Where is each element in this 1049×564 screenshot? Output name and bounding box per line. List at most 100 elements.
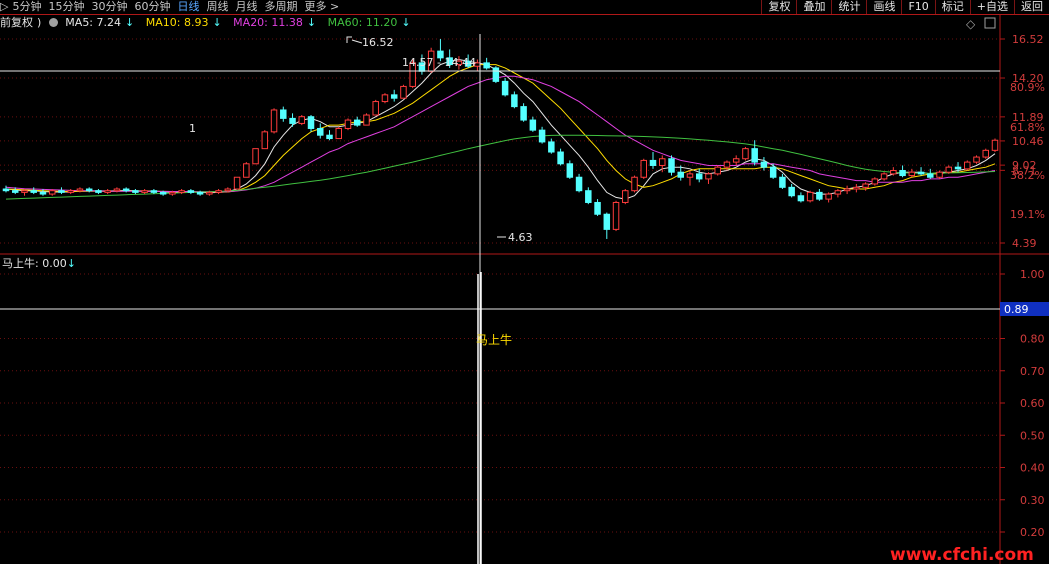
candle-down	[483, 62, 490, 69]
period-tab[interactable]: 月线	[235, 0, 257, 14]
toolbar: 复权 叠加 统计 画线 F10 标记 +自选 返回	[761, 0, 1049, 14]
candle-up	[233, 176, 241, 190]
candle-up	[964, 161, 971, 170]
window-toggle-icon[interactable]	[984, 17, 996, 29]
candle-down	[95, 190, 102, 193]
candle-down	[39, 191, 47, 195]
period-tab[interactable]: 60分钟	[134, 0, 170, 14]
candle-up	[982, 149, 990, 158]
main-gridlines	[0, 38, 1000, 244]
candle-down	[280, 109, 287, 119]
candle-up	[890, 170, 897, 175]
candle-down	[150, 190, 158, 193]
candle-up	[880, 173, 888, 180]
adjust-dropdown[interactable]: 前复权)	[0, 16, 41, 29]
candle-down	[760, 161, 768, 168]
candle-down	[769, 166, 777, 178]
indicator-tick-label: 0.60	[1020, 397, 1045, 410]
toolbar-button[interactable]: +自选	[969, 0, 1014, 14]
chevron-down-icon[interactable]	[48, 18, 58, 27]
indicator-tick-label: 0.30	[1020, 494, 1045, 507]
high-annotation: 16.52	[346, 36, 394, 49]
candle-down	[677, 171, 684, 178]
toolbar-button[interactable]: 复权	[761, 0, 796, 14]
indicator-tick-label: 0.70	[1020, 365, 1045, 378]
toolbar-button[interactable]: 标记	[934, 0, 970, 14]
indicator-legend-label: 马上牛: 0.00	[2, 257, 67, 270]
candle-up	[723, 161, 731, 168]
price-axis: 16.5214.2011.8910.469.028.714.3980.9%61.…	[1000, 33, 1045, 250]
candle-down	[520, 106, 527, 121]
candle-up	[742, 148, 749, 160]
candle-down	[566, 163, 574, 178]
period-tab[interactable]: 5分钟	[12, 0, 41, 14]
period-tab[interactable]: 周线	[206, 0, 228, 14]
low-annotation: 4.63	[497, 231, 533, 244]
ma60-legend: MA60: 11.20 ↓	[327, 16, 411, 29]
candle-up	[622, 190, 629, 203]
candle-up	[991, 139, 999, 151]
top-bar: ▷ 5分钟 15分钟 30分钟 60分钟 日线 周线 月线 多周期 更多 > 复权 叠加 统计 画线 F1…	[0, 0, 1049, 14]
candle-up	[862, 183, 869, 188]
ma5-line	[5, 58, 996, 200]
pct-tick-label: 19.1%	[1010, 208, 1045, 221]
candle-up	[686, 173, 694, 178]
toolbar-button[interactable]: F10	[901, 0, 934, 14]
toolbar-button[interactable]: 返回	[1014, 0, 1049, 14]
candle-up	[705, 173, 712, 180]
candle-up	[381, 94, 389, 103]
candle-down	[529, 119, 537, 131]
candle-down	[649, 159, 657, 166]
period-leading-arrow[interactable]: ▷	[0, 0, 8, 14]
candle-down	[927, 173, 934, 178]
toolbar-button[interactable]: 叠加	[796, 0, 831, 14]
period-tab[interactable]: 多周期	[264, 0, 297, 14]
candle-up	[224, 188, 232, 192]
candle-down	[899, 170, 906, 177]
candle-up	[400, 85, 407, 99]
crosshair-label: 14.57 - 14.44	[402, 56, 476, 69]
pct-tick-label: 38.2%	[1010, 169, 1045, 182]
candle-down	[668, 158, 675, 173]
candle-down	[538, 129, 546, 143]
candle-down	[492, 67, 500, 82]
ma5-legend: MA5: 7.24 ↓	[65, 16, 135, 29]
adjust-label: 前复权	[0, 16, 33, 29]
indicator-signal-label: 马上牛	[476, 332, 512, 347]
candle-up	[344, 119, 352, 129]
toolbar-button[interactable]: 统计	[831, 0, 866, 14]
candle-down	[132, 190, 139, 193]
candle-up	[714, 166, 721, 175]
ma10-legend: MA10: 8.93 ↓	[145, 16, 222, 29]
candle-up	[270, 109, 278, 133]
candle-down	[326, 134, 333, 140]
candle-down	[751, 148, 758, 163]
diamond-icon[interactable]: ◇	[966, 17, 976, 31]
toolbar-button[interactable]: 画线	[866, 0, 901, 14]
candle-down	[954, 166, 962, 170]
candle-up	[908, 171, 916, 177]
candle-up	[298, 116, 306, 124]
price-tick-label: 4.39	[1012, 237, 1037, 250]
candle-down	[816, 191, 823, 200]
candle-up	[853, 186, 860, 190]
period-tab[interactable]: 更多 >	[304, 0, 339, 14]
candle-up	[973, 156, 980, 163]
chart-canvas[interactable]: 16.5214.2011.8910.469.028.714.3980.9%61.…	[0, 0, 1049, 564]
candle-down	[548, 141, 555, 153]
candle-down	[11, 190, 19, 193]
candle-down	[797, 195, 805, 202]
period-tab[interactable]: 15分钟	[48, 0, 84, 14]
candle-up	[141, 190, 148, 193]
indicator-legend: 马上牛: 0.00↓	[2, 257, 76, 271]
period-tab[interactable]: 日线	[177, 0, 199, 14]
candle-down	[557, 151, 564, 165]
candle-down	[30, 190, 37, 193]
candle-up	[113, 188, 121, 192]
price-tick-label: 10.46	[1012, 135, 1044, 148]
period-tab[interactable]: 30分钟	[91, 0, 127, 14]
candle-up	[104, 190, 111, 193]
candle-up	[67, 190, 74, 193]
candle-up	[215, 190, 222, 193]
candle-down	[390, 94, 398, 99]
